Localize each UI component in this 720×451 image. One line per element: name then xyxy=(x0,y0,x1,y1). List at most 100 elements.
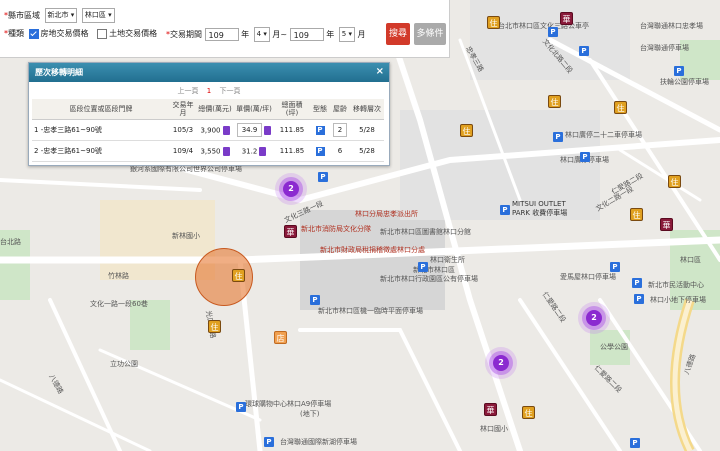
city-select[interactable]: 新北市 ▾ xyxy=(44,8,78,23)
parking-icon[interactable]: P xyxy=(310,295,320,305)
unit-price-icon[interactable] xyxy=(264,125,272,135)
parking-icon[interactable]: P xyxy=(236,402,246,412)
column-header: 屋齡 xyxy=(330,99,350,120)
map-label: 環球購物中心林口A9停車場 xyxy=(245,400,332,408)
current-page: 1 xyxy=(206,87,212,95)
house-price-label: 房地交易價格 xyxy=(40,29,89,38)
parking-icon[interactable]: P xyxy=(553,132,563,142)
district-select[interactable]: 林口區 ▾ xyxy=(81,8,115,23)
region-label: 縣市區域 xyxy=(8,11,40,20)
end-year-input[interactable]: 109 xyxy=(289,28,324,41)
cluster-marker[interactable]: 2 xyxy=(283,181,299,197)
landmark-pin[interactable]: 華 xyxy=(660,218,673,231)
map-label: 林口衛生所 xyxy=(430,256,465,264)
map-label: MITSUI OUTLET PARK 收費停車場 xyxy=(512,200,568,217)
address-cell: -忠孝三路61~90號 xyxy=(40,147,102,155)
house-pin[interactable]: 住 xyxy=(487,16,500,29)
map-label: 台北路 xyxy=(0,238,21,246)
house-pin[interactable]: 住 xyxy=(208,320,221,333)
house-pin[interactable]: 住 xyxy=(460,124,473,137)
parking-icon[interactable]: P xyxy=(548,27,558,37)
map-label: 台灣聯通停車場 xyxy=(640,44,689,52)
parking-icon[interactable]: P xyxy=(634,294,644,304)
parking-icon[interactable]: P xyxy=(318,172,328,182)
search-filter-panel: *縣市區域 新北市 ▾ 林口區 ▾ *種類 房地交易價格 土地交易價格 *交易期… xyxy=(0,0,450,58)
parking-icon[interactable]: P xyxy=(674,66,684,76)
parking-type-icon: P xyxy=(315,125,325,135)
parking-icon[interactable]: P xyxy=(579,46,589,56)
map-label: 新北市林口行政園區公有停車場 xyxy=(380,275,478,283)
parking-icon[interactable]: P xyxy=(500,205,510,215)
type-label: 種類 xyxy=(8,29,24,38)
next-page-link[interactable]: 下一頁 xyxy=(219,87,240,95)
address-cell: -忠孝三路61~90號 xyxy=(40,126,102,134)
house-price-checkbox[interactable] xyxy=(28,28,39,39)
column-header: 單價(萬/坪) xyxy=(234,99,274,120)
land-price-checkbox[interactable] xyxy=(97,28,108,39)
column-header: 型態 xyxy=(310,99,330,120)
map-label: 立功公園 xyxy=(110,360,138,368)
column-header: 總價(萬元) xyxy=(196,99,234,120)
parking-icon[interactable]: P xyxy=(630,438,640,448)
map-label: 公學公園 xyxy=(600,343,628,351)
map-label: 新北市消防局文化分隊 xyxy=(301,225,371,233)
shop-pin[interactable]: 店 xyxy=(274,331,287,344)
house-pin[interactable]: 住 xyxy=(668,175,681,188)
pagination: 上一頁 1 下一頁 xyxy=(29,86,389,96)
column-header: 移轉層次 xyxy=(350,99,384,120)
map-label: 台灣聯通國際新湖停車場 xyxy=(280,438,357,446)
popup-title: 歷次移轉明細 xyxy=(29,63,389,82)
table-header: 區段位置或區段門牌 交易年月 總價(萬元) 單價(萬/坪) 總面積(坪) 型態 … xyxy=(32,99,384,120)
house-pin[interactable]: 住 xyxy=(630,208,643,221)
map-label: 銀河系國際有限公司世界公司停車場 xyxy=(130,165,242,173)
parking-icon[interactable]: P xyxy=(418,262,428,272)
landmark-pin[interactable]: 華 xyxy=(560,12,573,25)
parking-icon[interactable]: P xyxy=(610,262,620,272)
map-label: 林口區 xyxy=(680,256,701,264)
start-month-select[interactable]: 4 ▾ xyxy=(253,27,270,42)
transfer-history-popup: 歷次移轉明細 × 上一頁 1 下一頁 區段位置或區段門牌 交易年月 總價(萬元)… xyxy=(28,62,390,166)
map-label: 新林國小 xyxy=(172,232,200,240)
map-label: 新北市財政局稅捐稽徵處林口分處 xyxy=(320,246,425,254)
house-pin[interactable]: 住 xyxy=(548,95,561,108)
end-month-select[interactable]: 5 ▾ xyxy=(338,27,355,42)
map-label: 扶輪公園停車場 xyxy=(660,78,709,86)
table-row[interactable]: 1 -忠孝三路61~90號 105/3 3,900 34.9 111.85 P … xyxy=(32,119,384,141)
cluster-marker[interactable]: 2 xyxy=(586,310,602,326)
start-year-input[interactable]: 109 xyxy=(204,28,239,41)
unit-price-icon[interactable] xyxy=(259,146,267,156)
parking-type-icon: P xyxy=(315,146,325,156)
close-icon[interactable]: × xyxy=(376,66,384,78)
column-header: 總面積(坪) xyxy=(274,99,310,120)
map-label: 竹林路 xyxy=(108,272,129,280)
transfer-table: 區段位置或區段門牌 交易年月 總價(萬元) 單價(萬/坪) 總面積(坪) 型態 … xyxy=(32,99,384,162)
column-header: 交易年月 xyxy=(170,99,196,120)
map-label: 林口國小 xyxy=(480,425,508,433)
map-label: 林口廣停二十二車停車場 xyxy=(565,131,642,139)
map-label: 林口小地下停車場 xyxy=(650,296,706,304)
map-label: (地下) xyxy=(300,410,320,418)
landmark-pin[interactable]: 華 xyxy=(484,403,497,416)
house-pin[interactable]: 住 xyxy=(522,406,535,419)
price-detail-icon[interactable] xyxy=(222,146,230,156)
map-label: 愛馬屋林口停車場 xyxy=(560,273,616,281)
parking-icon[interactable]: P xyxy=(632,278,642,288)
map-label: 新北市民活動中心 xyxy=(648,281,704,289)
period-label: 交易期間 xyxy=(170,30,202,39)
map-label: 新北市林口區機一臨時平面停車場 xyxy=(318,307,423,315)
house-pin[interactable]: 住 xyxy=(232,269,245,282)
parking-icon[interactable]: P xyxy=(580,152,590,162)
map-label: 文化一路一段60巷 xyxy=(90,300,148,308)
landmark-pin[interactable]: 華 xyxy=(284,225,297,238)
price-detail-icon[interactable] xyxy=(222,125,230,135)
advanced-search-button[interactable]: 多條件 xyxy=(414,23,446,45)
map-label: 新北市林口區圖書館林口分館 xyxy=(380,228,471,236)
prev-page-link[interactable]: 上一頁 xyxy=(178,87,199,95)
table-row[interactable]: 2 -忠孝三路61~90號 109/4 3,550 31.2 111.85 P … xyxy=(32,140,384,162)
land-price-label: 土地交易價格 xyxy=(109,29,158,38)
cluster-marker[interactable]: 2 xyxy=(493,355,509,371)
parking-icon[interactable]: P xyxy=(264,437,274,447)
search-button[interactable]: 搜尋 xyxy=(386,23,410,45)
map-label: 台北市林口區文化三路公車亭 xyxy=(498,22,589,30)
house-pin[interactable]: 住 xyxy=(614,101,627,114)
